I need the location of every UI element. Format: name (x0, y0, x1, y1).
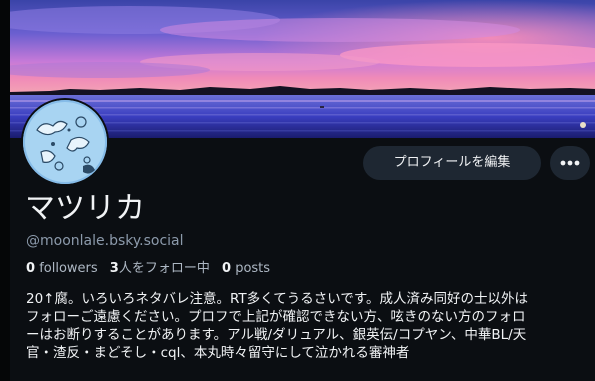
bio-line: 官・渣反・まどそし・cql、本丸時々留守にして泣かれる審神者 (26, 345, 410, 361)
ellipsis-horizontal-icon (560, 160, 580, 166)
following-label: 人をフォロー中 (118, 261, 210, 276)
left-edge-strip (0, 0, 10, 381)
edit-profile-button[interactable]: プロフィールを編集 (363, 146, 541, 180)
profile-handle: @moonlale.bsky.social (26, 233, 184, 249)
followers-label: followers (39, 261, 98, 276)
profile-panel: プロフィールを編集 マツリカ @moonlale.bsky.social 0 f… (10, 0, 595, 381)
following-stat[interactable]: 3人をフォロー中 (110, 261, 210, 276)
bio-line: ーはお断りすることがあります。アル戦/ダリュアル、銀英伝/コプヤン、中華BL/天 (26, 327, 527, 343)
more-options-button[interactable] (550, 146, 590, 180)
followers-stat[interactable]: 0 followers (26, 261, 98, 276)
profile-page: プロフィールを編集 マツリカ @moonlale.bsky.social 0 f… (0, 0, 595, 381)
bio-line: フォローご遠慮ください。プロフで上記が確認できない方、呟きのない方のフォロ (26, 309, 526, 325)
display-name: マツリカ (25, 191, 145, 226)
profile-bio: 20↑腐。いろいろネタバレ注意。RT多くてうるさいです。成人済み同好の士以外は … (26, 290, 592, 362)
posts-label: posts (235, 261, 271, 276)
bio-line: 20↑腐。いろいろネタバレ注意。RT多くてうるさいです。成人済み同好の士以外は (26, 291, 528, 307)
profile-avatar[interactable] (21, 98, 109, 186)
following-count: 3 (109, 261, 119, 276)
followers-count: 0 (26, 261, 36, 276)
profile-stats: 0 followers 3人をフォロー中 0 posts (26, 259, 270, 279)
posts-stat: 0 posts (222, 261, 270, 276)
posts-count: 0 (222, 261, 232, 276)
